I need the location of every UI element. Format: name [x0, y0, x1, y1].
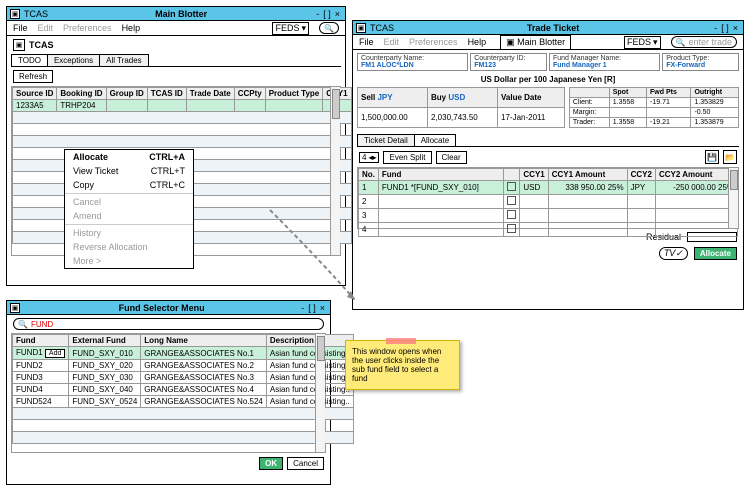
- app-name: TCAS: [24, 9, 48, 19]
- ok-button[interactable]: OK: [259, 457, 283, 470]
- table-row[interactable]: FUND4FUND_SXY_040GRANGE&ASSOCIATES No.4A…: [13, 384, 354, 396]
- window-title: Trade Ticket: [394, 23, 712, 33]
- main-blotter-button[interactable]: ▣ Main Blotter: [500, 35, 571, 50]
- add-button[interactable]: Add: [45, 349, 65, 358]
- ctx-cancel[interactable]: Cancel: [65, 195, 193, 209]
- menubar: File Edit Preferences Help ▣ Main Blotte…: [353, 35, 743, 50]
- blotter-tabs: TODO Exceptions All Trades: [11, 54, 341, 67]
- counterparty-name: Counterparty Name:FM1 ALOC*LDN: [357, 53, 468, 71]
- tab-exceptions[interactable]: Exceptions: [47, 54, 100, 66]
- app-icon: ▣: [356, 23, 366, 33]
- tab-alltrades[interactable]: All Trades: [99, 54, 149, 66]
- ctx-amend[interactable]: Amend: [65, 209, 193, 223]
- tab-allocate[interactable]: Allocate: [414, 134, 456, 146]
- app-icon: ▣: [10, 303, 20, 313]
- context-menu: AllocateCTRL+A View TicketCTRL+T CopyCTR…: [64, 149, 194, 269]
- table-row[interactable]: 2: [359, 195, 738, 209]
- table-row[interactable]: 3: [359, 209, 738, 223]
- product-type: Product Type:FX-Forward: [662, 53, 739, 71]
- fund-search-input[interactable]: 🔍FUND: [13, 318, 324, 330]
- menu-file[interactable]: File: [13, 23, 28, 33]
- open-icon[interactable]: 📂: [723, 150, 737, 164]
- menu-help[interactable]: Help: [122, 23, 141, 33]
- save-icon[interactable]: 💾: [705, 150, 719, 164]
- minimize-icon[interactable]: -: [314, 9, 321, 19]
- rate-title: US Dollar per 100 Japanese Yen [R]: [353, 74, 743, 85]
- maximize-icon[interactable]: [ ]: [306, 303, 318, 313]
- menu-edit[interactable]: Edit: [384, 37, 400, 47]
- search-input[interactable]: 🔍: [319, 22, 339, 34]
- table-row[interactable]: 1233A5TRHP204: [13, 100, 352, 112]
- menu-file[interactable]: File: [359, 37, 374, 47]
- close-icon[interactable]: ×: [318, 303, 327, 313]
- ctx-copy[interactable]: CopyCTRL+C: [65, 178, 193, 192]
- fund-manager: Fund Manager Name:Fund Manager 1: [549, 53, 660, 71]
- buy-amount[interactable]: 2,030,743.50: [428, 108, 498, 128]
- even-split-button[interactable]: Even Split: [383, 151, 431, 164]
- feds-dropdown[interactable]: FEDS▾: [272, 22, 309, 35]
- fund-table: FundExternal Fund Long NameDescription F…: [12, 334, 354, 444]
- app-icon: ▣: [10, 9, 20, 19]
- subheader: ▣ TCAS: [7, 36, 345, 54]
- search-icon: 🔍: [18, 320, 28, 329]
- ticket-tabs: Ticket Detail Allocate: [357, 134, 739, 147]
- ctx-viewticket[interactable]: View TicketCTRL+T: [65, 164, 193, 178]
- ctx-reverse[interactable]: Reverse Allocation: [65, 240, 193, 254]
- table-row[interactable]: 4: [359, 223, 738, 237]
- scrollbar[interactable]: [728, 168, 738, 228]
- search-icon: 🔍: [324, 24, 334, 33]
- scrollbar[interactable]: [315, 334, 325, 452]
- titlebar[interactable]: ▣ TCAS Trade Ticket - [ ] ×: [353, 21, 743, 35]
- app-label: TCAS: [29, 40, 54, 50]
- app-name: TCAS: [370, 23, 394, 33]
- tab-detail[interactable]: Ticket Detail: [357, 134, 415, 146]
- ctx-history[interactable]: History: [65, 226, 193, 240]
- scrollbar[interactable]: [330, 87, 340, 255]
- table-row[interactable]: FUND2FUND_SXY_020GRANGE&ASSOCIATES No.2A…: [13, 360, 354, 372]
- ctx-allocate[interactable]: AllocateCTRL+A: [65, 150, 193, 164]
- table-row[interactable]: FUND3FUND_SXY_030GRANGE&ASSOCIATES No.3A…: [13, 372, 354, 384]
- close-icon[interactable]: ×: [333, 9, 342, 19]
- cancel-button[interactable]: Cancel: [287, 457, 324, 470]
- menubar: File Edit Preferences Help FEDS▾ 🔍: [7, 21, 345, 36]
- trade-entry: Sell JPY Buy USD Value Date 1,500,000.00…: [357, 87, 565, 128]
- refresh-button[interactable]: Refresh: [13, 70, 53, 83]
- menu-preferences[interactable]: Preferences: [409, 37, 458, 47]
- tab-todo[interactable]: TODO: [11, 54, 48, 66]
- fund-selector-window: ▣ Fund Selector Menu - [ ] × 🔍FUND FundE…: [6, 300, 331, 485]
- feds-dropdown[interactable]: FEDS▾: [624, 36, 661, 49]
- menu-preferences[interactable]: Preferences: [63, 23, 112, 33]
- logo-icon: ▣: [13, 39, 25, 51]
- window-title: Fund Selector Menu: [24, 303, 299, 313]
- minimize-icon[interactable]: -: [712, 23, 719, 33]
- sell-amount[interactable]: 1,500,000.00: [358, 108, 428, 128]
- minimize-icon[interactable]: -: [299, 303, 306, 313]
- rate-table: SpotFwd PtsOutright Client:1.3558-19.711…: [569, 87, 739, 128]
- trade-ticket-window: ▣ TCAS Trade Ticket - [ ] × File Edit Pr…: [352, 20, 744, 310]
- menu-help[interactable]: Help: [468, 37, 487, 47]
- close-icon[interactable]: ×: [731, 23, 740, 33]
- counterparty-id: Counterparty ID:FM123: [470, 53, 547, 71]
- value-date[interactable]: 17-Jan-2011: [498, 108, 565, 128]
- table-row[interactable]: 1FUND1 *[FUND_SXY_010] USD338 950.00 25%…: [359, 181, 738, 195]
- count-stepper[interactable]: 4 ◂▸: [359, 152, 379, 163]
- table-row[interactable]: FUND1 Add FUND_SXY_010GRANGE&ASSOCIATES …: [13, 347, 354, 360]
- titlebar[interactable]: ▣ TCAS Main Blotter - [ ] ×: [7, 7, 345, 21]
- table-row[interactable]: FUND524FUND_SXY_0524GRANGE&ASSOCIATES No…: [13, 396, 354, 408]
- search-icon: 🔍: [676, 38, 686, 47]
- window-title: Main Blotter: [48, 9, 314, 19]
- clear-button[interactable]: Clear: [436, 151, 467, 164]
- tv-button[interactable]: TV✓: [659, 247, 688, 260]
- alloc-table: No.Fund CCY1 CCY1 AmountCCY2CCY2 Amount …: [358, 168, 738, 237]
- titlebar[interactable]: ▣ Fund Selector Menu - [ ] ×: [7, 301, 330, 315]
- checkbox[interactable]: [507, 182, 516, 191]
- sticky-note: This window opens when the user clicks i…: [345, 340, 460, 390]
- ctx-more[interactable]: More >: [65, 254, 193, 268]
- menu-edit[interactable]: Edit: [38, 23, 54, 33]
- maximize-icon[interactable]: [ ]: [719, 23, 731, 33]
- allocate-button[interactable]: Allocate: [694, 247, 737, 260]
- maximize-icon[interactable]: [ ]: [321, 9, 333, 19]
- search-input[interactable]: 🔍enter trade: [671, 36, 738, 48]
